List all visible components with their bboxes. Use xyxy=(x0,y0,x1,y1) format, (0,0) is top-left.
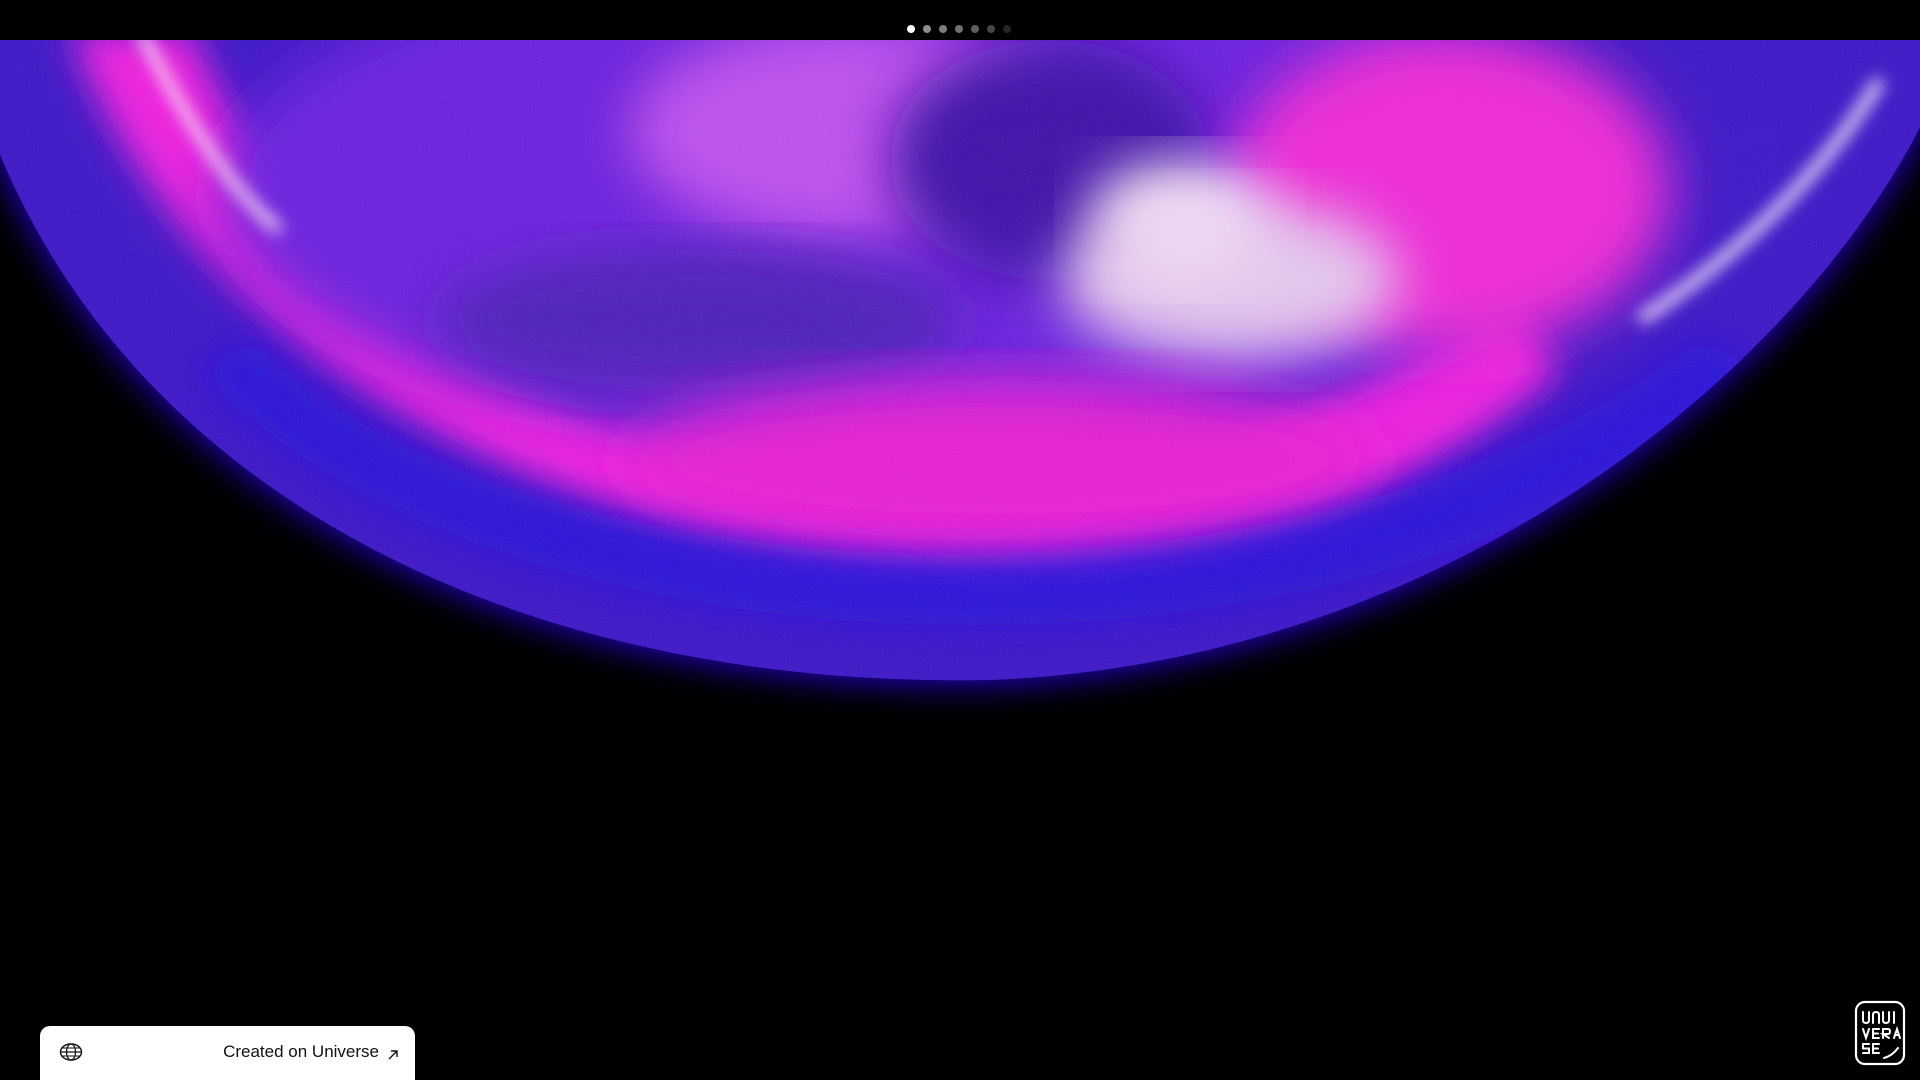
page: Created on Universe xyxy=(0,0,1920,1080)
arrow-up-right-icon xyxy=(387,1046,399,1060)
top-bar xyxy=(0,0,1920,40)
pagination-dot-4[interactable] xyxy=(955,25,963,33)
pagination-dot-3[interactable] xyxy=(939,25,947,33)
pagination-dot-1[interactable] xyxy=(907,25,915,33)
hero-gradient-art xyxy=(0,40,1920,740)
universe-logo-icon[interactable] xyxy=(1854,1000,1906,1066)
pagination-dots xyxy=(907,25,1011,33)
gradient-orb-graphic xyxy=(0,40,1920,681)
created-on-universe-badge[interactable]: Created on Universe xyxy=(40,1026,415,1080)
pagination-dot-7[interactable] xyxy=(1003,25,1011,33)
pagination-dot-2[interactable] xyxy=(923,25,931,33)
badge-link[interactable]: Created on Universe xyxy=(223,1042,399,1062)
globe-icon xyxy=(58,1039,84,1065)
badge-label: Created on Universe xyxy=(223,1042,379,1061)
pagination-dot-6[interactable] xyxy=(987,25,995,33)
pagination-dot-5[interactable] xyxy=(971,25,979,33)
